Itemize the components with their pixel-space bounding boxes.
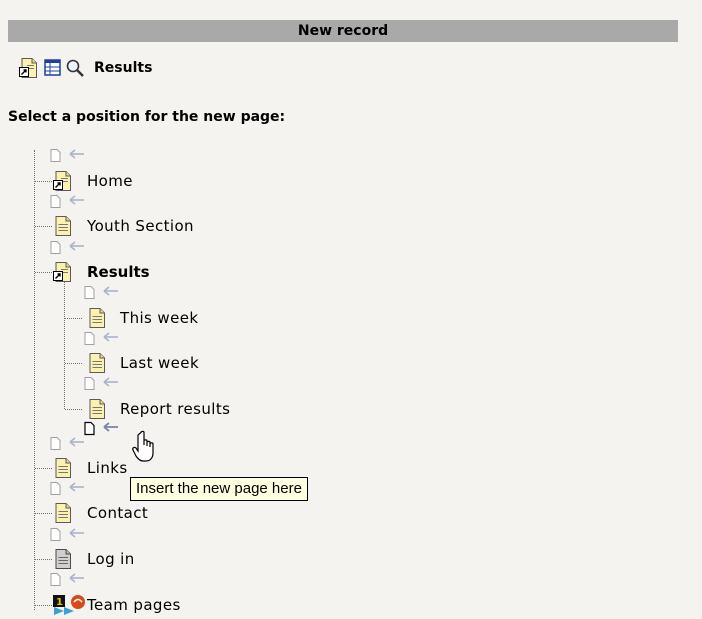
position-prompt: Select a position for the new page: — [8, 109, 286, 125]
shortcut-page-icon[interactable] — [52, 170, 74, 192]
tree-item-youth-section[interactable]: Youth Section — [87, 217, 194, 235]
insert-position-icon[interactable] — [82, 331, 120, 348]
page-icon[interactable] — [86, 307, 108, 329]
tree-connector — [65, 363, 82, 364]
page-icon[interactable] — [86, 398, 108, 420]
shortcut-page-icon[interactable] — [18, 57, 40, 79]
tree-item-last-week[interactable]: Last week — [120, 354, 199, 372]
tree-item-this-week[interactable]: This week — [120, 309, 198, 327]
tree-connector — [65, 409, 82, 410]
page-icon[interactable] — [52, 215, 74, 237]
tree-item-team-pages[interactable]: Team pages — [87, 596, 181, 614]
tree-item-links[interactable]: Links — [87, 459, 128, 477]
insert-position-icon-active[interactable] — [82, 421, 120, 438]
tree-connector — [65, 318, 82, 319]
tree-connector — [35, 559, 52, 560]
tree-item-results[interactable]: Results — [87, 263, 150, 281]
insert-position-icon[interactable] — [82, 285, 120, 302]
insert-position-icon[interactable] — [48, 436, 86, 453]
insert-position-icon[interactable] — [48, 481, 86, 498]
dialog-title: New record — [8, 20, 678, 42]
insert-position-icon[interactable] — [48, 527, 86, 544]
tree-item-contact[interactable]: Contact — [87, 504, 148, 522]
insert-position-icon[interactable] — [48, 572, 86, 589]
insert-position-icon[interactable] — [48, 240, 86, 257]
breadcrumb-title: Results — [94, 60, 153, 76]
tree-item-home[interactable]: Home — [87, 172, 133, 190]
tooltip: Insert the new page here — [130, 477, 308, 501]
tree-item-log-in[interactable]: Log in — [87, 550, 135, 568]
hidden-page-icon[interactable] — [52, 548, 74, 570]
tree-connector — [35, 181, 52, 182]
page-icon[interactable] — [52, 502, 74, 524]
tree-connector — [64, 282, 65, 409]
hand-cursor-icon — [132, 430, 154, 462]
tree-connector — [35, 513, 52, 514]
insert-position-icon[interactable] — [82, 376, 120, 393]
tree-connector — [34, 150, 35, 610]
page-icon[interactable] — [86, 352, 108, 374]
magnifier-icon[interactable] — [64, 57, 86, 79]
tree-connector — [35, 468, 52, 469]
tree-connector — [35, 272, 52, 273]
shortcut-page-icon[interactable] — [52, 261, 74, 283]
tree-item-report-results[interactable]: Report results — [120, 400, 230, 418]
mount-point-icon[interactable]: 1 — [52, 594, 86, 616]
tree-connector — [35, 605, 52, 606]
tree-connector — [35, 226, 52, 227]
breadcrumb: Results — [18, 57, 152, 79]
page-icon[interactable] — [52, 457, 74, 479]
insert-position-icon[interactable] — [48, 194, 86, 211]
list-view-icon[interactable] — [42, 57, 64, 79]
svg-text:1: 1 — [56, 597, 63, 608]
insert-position-icon[interactable] — [48, 148, 86, 165]
